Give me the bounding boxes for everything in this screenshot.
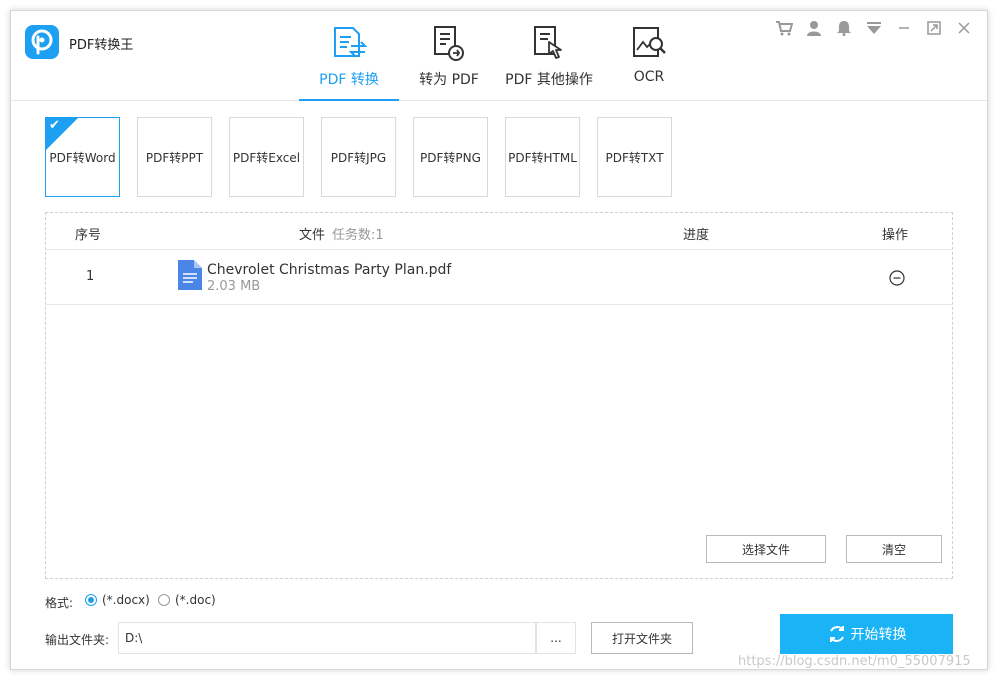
file-list-area: 序号 文件 任务数:1 进度 操作 1 Chevrolet Christmas … bbox=[45, 212, 953, 579]
format-card-pdf-to-txt[interactable]: PDF转TXT bbox=[597, 117, 672, 197]
output-folder-label: 输出文件夹: bbox=[45, 631, 109, 648]
tab-label: PDF 转换 bbox=[299, 69, 399, 89]
download-icon[interactable] bbox=[859, 17, 889, 39]
format-card-label: PDF转Excel bbox=[233, 149, 300, 166]
format-card-pdf-to-html[interactable]: PDF转HTML bbox=[505, 117, 580, 197]
start-button-label: 开始转换 bbox=[851, 624, 907, 644]
minus-circle-icon bbox=[889, 270, 905, 286]
tab-label: 转为 PDF bbox=[399, 69, 499, 89]
col-file-header: 文件 bbox=[299, 224, 325, 243]
app-title: PDF转换王 bbox=[69, 34, 133, 53]
ocr-icon bbox=[629, 24, 669, 64]
col-progress-header: 进度 bbox=[683, 224, 709, 243]
format-card-label: PDF转Word bbox=[49, 149, 115, 166]
minimize-icon[interactable] bbox=[889, 17, 919, 39]
to-pdf-icon bbox=[429, 24, 469, 64]
tab-pdf-convert[interactable]: PDF 转换 bbox=[299, 11, 399, 101]
format-card-label: PDF转JPG bbox=[331, 149, 386, 166]
tab-label: OCR bbox=[599, 69, 699, 85]
format-card-pdf-to-jpg[interactable]: PDF转JPG bbox=[321, 117, 396, 197]
clear-button[interactable]: 清空 bbox=[846, 535, 942, 563]
format-card-label: PDF转HTML bbox=[508, 149, 577, 166]
tab-to-pdf[interactable]: 转为 PDF bbox=[399, 11, 499, 101]
col-index-header: 序号 bbox=[75, 224, 101, 243]
radio-dot bbox=[158, 594, 170, 606]
task-count: 任务数:1 bbox=[332, 224, 384, 243]
browse-folder-button[interactable]: ... bbox=[536, 622, 576, 654]
app-window: PDF转换王 PDF 转换 bbox=[10, 10, 988, 670]
tab-label: PDF 其他操作 bbox=[499, 69, 599, 89]
pdf-other-icon bbox=[529, 24, 569, 64]
bell-icon[interactable] bbox=[829, 17, 859, 39]
format-option-docx[interactable]: (*.docx) bbox=[85, 593, 150, 607]
table-header: 序号 文件 任务数:1 进度 操作 bbox=[46, 213, 952, 250]
start-convert-button[interactable]: 开始转换 bbox=[780, 614, 953, 654]
format-card-pdf-to-ppt[interactable]: PDF转PPT bbox=[137, 117, 212, 197]
format-card-label: PDF转TXT bbox=[605, 149, 663, 166]
open-folder-button[interactable]: 打开文件夹 bbox=[591, 622, 693, 654]
radio-dot bbox=[85, 594, 97, 606]
format-card-pdf-to-word[interactable]: ✔ PDF转Word bbox=[45, 117, 120, 197]
header-bar: PDF转换王 PDF 转换 bbox=[11, 11, 987, 101]
watermark-text: https://blog.csdn.net/m0_55007915 bbox=[738, 654, 971, 669]
select-files-button[interactable]: 选择文件 bbox=[706, 535, 826, 563]
table-row: 1 Chevrolet Christmas Party Plan.pdf 2.0… bbox=[46, 250, 952, 305]
format-card-label: PDF转PPT bbox=[146, 149, 203, 166]
format-option-doc[interactable]: (*.doc) bbox=[158, 593, 216, 607]
row-index: 1 bbox=[86, 269, 94, 284]
col-action-header: 操作 bbox=[882, 224, 908, 243]
remove-file-button[interactable] bbox=[889, 270, 905, 286]
close-icon[interactable] bbox=[949, 17, 979, 39]
window-controls bbox=[769, 17, 979, 41]
format-card-pdf-to-png[interactable]: PDF转PNG bbox=[413, 117, 488, 197]
refresh-icon bbox=[827, 624, 847, 644]
user-icon[interactable] bbox=[799, 17, 829, 39]
tab-pdf-other[interactable]: PDF 其他操作 bbox=[499, 11, 599, 101]
format-option-label: (*.docx) bbox=[102, 593, 150, 607]
file-name: Chevrolet Christmas Party Plan.pdf bbox=[207, 262, 451, 278]
document-icon bbox=[178, 260, 202, 290]
format-label: 格式: bbox=[45, 594, 73, 611]
format-option-label: (*.doc) bbox=[175, 593, 216, 607]
format-card-pdf-to-excel[interactable]: PDF转Excel bbox=[229, 117, 304, 197]
format-card-label: PDF转PNG bbox=[420, 149, 481, 166]
cart-icon[interactable] bbox=[769, 17, 799, 39]
tab-ocr[interactable]: OCR bbox=[599, 11, 699, 101]
file-size: 2.03 MB bbox=[207, 279, 260, 294]
output-folder-field[interactable]: D:\ bbox=[118, 622, 536, 654]
active-tab-indicator bbox=[299, 99, 399, 101]
p-logo-icon bbox=[25, 25, 59, 59]
pdf-convert-icon bbox=[329, 24, 369, 64]
check-icon: ✔ bbox=[49, 119, 60, 133]
maximize-icon[interactable] bbox=[919, 17, 949, 39]
